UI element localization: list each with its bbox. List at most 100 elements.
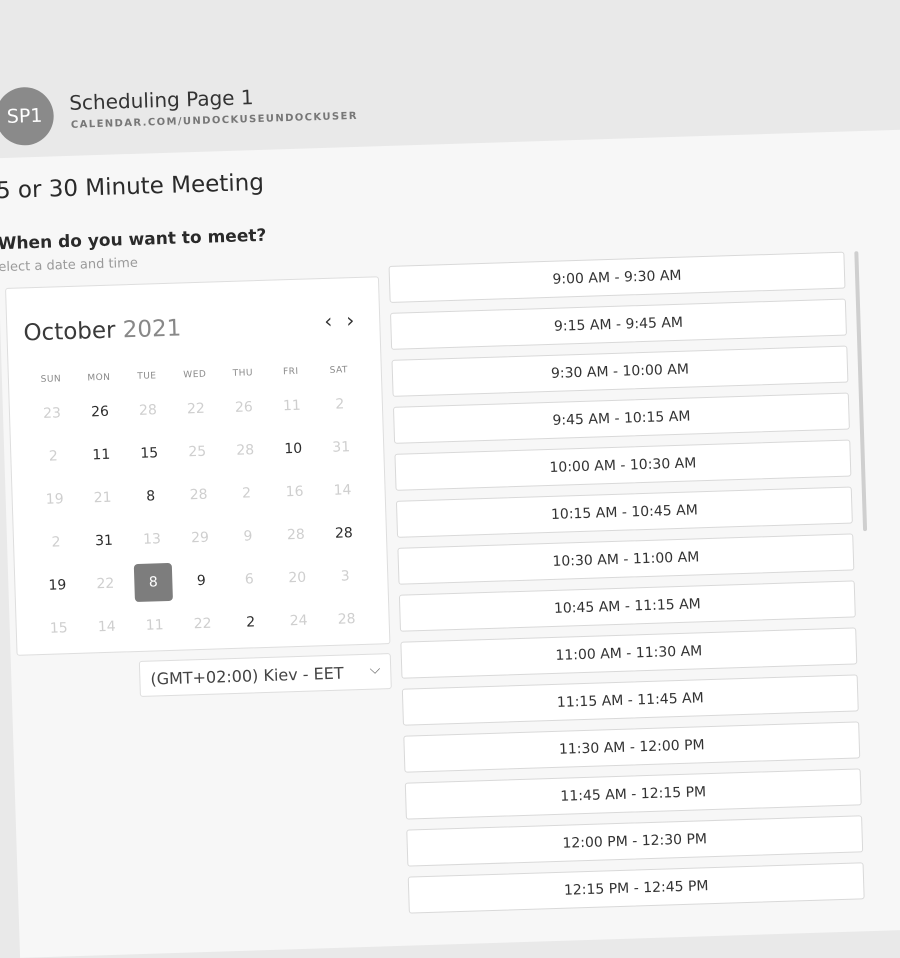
calendar-day: 20: [273, 555, 322, 599]
calendar-day: 28: [123, 388, 172, 432]
calendar-day: 26: [219, 385, 268, 429]
calendar-day-number: 2: [335, 395, 345, 413]
calendar-day-number: 16: [285, 483, 304, 500]
time-slot-button[interactable]: 12:00 PM - 12:30 PM: [406, 815, 864, 867]
calendar-day-number: 2: [245, 613, 256, 631]
calendar-day: 2: [29, 434, 78, 478]
avatar: SP1: [0, 86, 55, 147]
calendar-day-number: 3: [340, 567, 350, 585]
calendar-day-number: 26: [234, 398, 254, 416]
calendar-day-number: 11: [282, 397, 302, 414]
calendar-day-selected[interactable]: 8: [129, 560, 178, 604]
calendar-day-number: 11: [92, 446, 111, 463]
calendar-day-number: 10: [284, 440, 303, 457]
time-slot-button[interactable]: 11:00 AM - 11:30 AM: [400, 627, 858, 679]
calendar-day-number: 19: [45, 490, 64, 508]
calendar-day[interactable]: 2: [226, 600, 275, 644]
timezone-value: (GMT+02:00) Kiev - EET: [150, 663, 344, 689]
weekday-label: MON: [87, 372, 111, 384]
calendar-day-number: 25: [188, 443, 207, 460]
calendar-day: 19: [30, 477, 79, 521]
calendar-day: 28: [322, 597, 371, 641]
calendar-day-number: 28: [138, 401, 158, 419]
calendar-day-number: 22: [186, 400, 206, 417]
calendar-day: 28: [174, 472, 223, 516]
chevron-down-icon: ⌵: [369, 661, 381, 678]
calendar-day-number: 13: [142, 530, 162, 548]
calendar-day: 28: [221, 428, 270, 472]
calendar-day[interactable]: 26: [75, 389, 124, 433]
time-slot-button[interactable]: 9:30 AM - 10:00 AM: [391, 345, 849, 397]
calendar-day: 11: [267, 383, 316, 427]
calendar-day-number: 31: [94, 532, 114, 549]
calendar-day: 22: [81, 561, 130, 605]
time-slot-button[interactable]: 10:30 AM - 11:00 AM: [397, 533, 855, 585]
calendar-day: 9: [223, 514, 272, 558]
select-hint: elect a date and time: [0, 255, 139, 276]
calendar-day: 14: [82, 604, 131, 648]
calendar-day-number: 23: [42, 404, 62, 422]
calendar-day-number: 29: [190, 529, 210, 546]
calendar-day[interactable]: 15: [125, 431, 174, 475]
calendar-day-number: 11: [145, 616, 164, 634]
time-slot-button[interactable]: 11:45 AM - 12:15 PM: [404, 768, 862, 820]
time-slot-button[interactable]: 9:00 AM - 9:30 AM: [388, 251, 846, 303]
calendar-day-number: 9: [243, 527, 253, 545]
calendar-day: 25: [173, 429, 222, 473]
calendar-day: 31: [317, 425, 366, 469]
calendar-day: 22: [178, 601, 227, 645]
calendar-day-number: 28: [236, 441, 255, 459]
page-title: Scheduling Page 1: [68, 85, 254, 115]
calendar-day-number: 8: [145, 487, 156, 505]
calendar-day[interactable]: 19: [33, 563, 82, 607]
calendar-day[interactable]: 28: [319, 511, 368, 555]
calendar-day-number: 26: [90, 403, 110, 420]
scrollbar[interactable]: [854, 251, 868, 532]
calendar-day: 22: [171, 386, 220, 430]
calendar-day-number: 21: [93, 489, 112, 506]
calendar-day-number: 24: [289, 612, 308, 629]
calendar-day-number: 2: [51, 533, 61, 551]
time-slot-button[interactable]: 11:15 AM - 11:45 AM: [401, 674, 859, 726]
calendar-day-number: 28: [189, 486, 208, 503]
calendar-day-number: 6: [244, 570, 255, 588]
page-url: CALENDAR.COM/UNDOCKUSEUNDOCKUSER: [70, 110, 359, 131]
calendar-day-number: 31: [332, 438, 351, 456]
time-slot-button[interactable]: 12:15 PM - 12:45 PM: [407, 862, 865, 914]
calendar-day[interactable]: 10: [269, 426, 318, 470]
calendar-day-number: 22: [193, 615, 212, 632]
weekday-label: WED: [183, 369, 207, 381]
calendar-day-number: 28: [334, 524, 354, 542]
calendar: October 2021 ‹ › SUN MON TUE WED THU FRI SAT 23…: [5, 276, 391, 656]
time-slot-button[interactable]: 9:45 AM - 10:15 AM: [392, 392, 850, 444]
calendar-day: 21: [78, 475, 127, 519]
calendar-day: 16: [270, 469, 319, 513]
timezone-select[interactable]: (GMT+02:00) Kiev - EET ⌵: [138, 653, 392, 697]
calendar-day: 15: [34, 606, 83, 650]
calendar-day: 6: [225, 557, 274, 601]
weekday-label: TUE: [137, 371, 157, 382]
main-content: 5 or 30 Minute Meeting When do you want …: [0, 128, 900, 958]
time-slot-button[interactable]: 10:45 AM - 11:15 AM: [398, 580, 856, 632]
time-slot-button[interactable]: 9:15 AM - 9:45 AM: [390, 298, 847, 350]
calendar-day[interactable]: 9: [177, 558, 226, 602]
calendar-day: 13: [127, 517, 176, 561]
chevron-right-icon[interactable]: ›: [341, 308, 360, 333]
calendar-day-number: 14: [97, 618, 116, 635]
calendar-month: October: [23, 317, 116, 347]
calendar-month-label: October 2021: [23, 315, 182, 346]
calendar-day: 14: [318, 468, 367, 512]
calendar-day[interactable]: 11: [77, 432, 126, 476]
time-slot-button[interactable]: 11:30 AM - 12:00 PM: [403, 721, 861, 773]
time-slot-button[interactable]: 10:00 AM - 10:30 AM: [394, 439, 852, 491]
chevron-left-icon[interactable]: ‹: [319, 309, 338, 334]
calendar-day[interactable]: 8: [126, 474, 175, 518]
calendar-grid: SUN MON TUE WED THU FRI SAT 23 26 28 22 26 11 2 2 11 15 2…: [27, 358, 372, 650]
calendar-day: 23: [27, 391, 76, 435]
calendar-day: 3: [321, 554, 370, 598]
calendar-day-number: 19: [48, 576, 67, 594]
time-slot-button[interactable]: 10:15 AM - 10:45 AM: [395, 486, 853, 538]
calendar-day-number: 2: [241, 484, 252, 502]
calendar-day[interactable]: 31: [79, 518, 128, 562]
calendar-day: 2: [315, 382, 364, 426]
